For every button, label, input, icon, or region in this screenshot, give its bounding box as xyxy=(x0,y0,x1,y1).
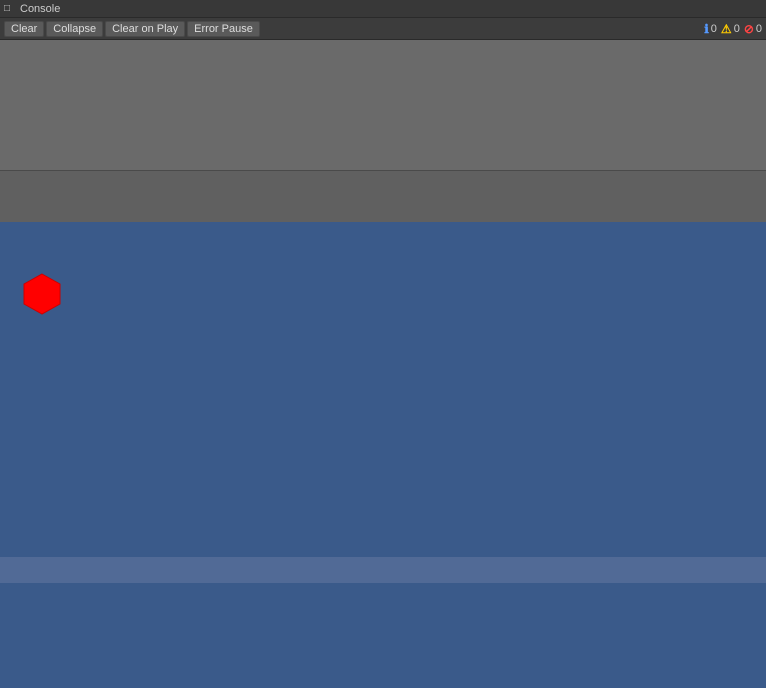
hexagon-object xyxy=(20,272,64,316)
error-counter: ⊘ 0 xyxy=(744,22,762,36)
scene-highlight-bar xyxy=(0,557,766,583)
info-count: 0 xyxy=(711,23,717,35)
info-counter: ℹ 0 xyxy=(704,22,717,36)
console-title: Console xyxy=(20,3,60,15)
console-log-area[interactable] xyxy=(0,40,766,170)
clear-on-play-button[interactable]: Clear on Play xyxy=(105,21,185,37)
error-icon: ⊘ xyxy=(744,22,754,36)
error-pause-button[interactable]: Error Pause xyxy=(187,21,260,37)
warn-counter: ⚠ 0 xyxy=(721,22,740,36)
console-counters: ℹ 0 ⚠ 0 ⊘ 0 xyxy=(704,22,762,36)
scene-content xyxy=(0,222,766,540)
collapse-button[interactable]: Collapse xyxy=(46,21,103,37)
scene-area xyxy=(0,222,766,540)
warn-count: 0 xyxy=(734,23,740,35)
warn-icon: ⚠ xyxy=(721,22,732,36)
console-icon: □ xyxy=(4,3,16,15)
clear-button[interactable]: Clear xyxy=(4,21,44,37)
info-icon: ℹ xyxy=(704,22,709,36)
console-titlebar: □ Console xyxy=(0,0,766,18)
hexagon-svg xyxy=(20,272,64,316)
console-detail-area xyxy=(0,170,766,222)
console-panel: □ Console Clear Collapse Clear on Play E… xyxy=(0,0,766,222)
error-count: 0 xyxy=(756,23,762,35)
console-toolbar: Clear Collapse Clear on Play Error Pause… xyxy=(0,18,766,40)
